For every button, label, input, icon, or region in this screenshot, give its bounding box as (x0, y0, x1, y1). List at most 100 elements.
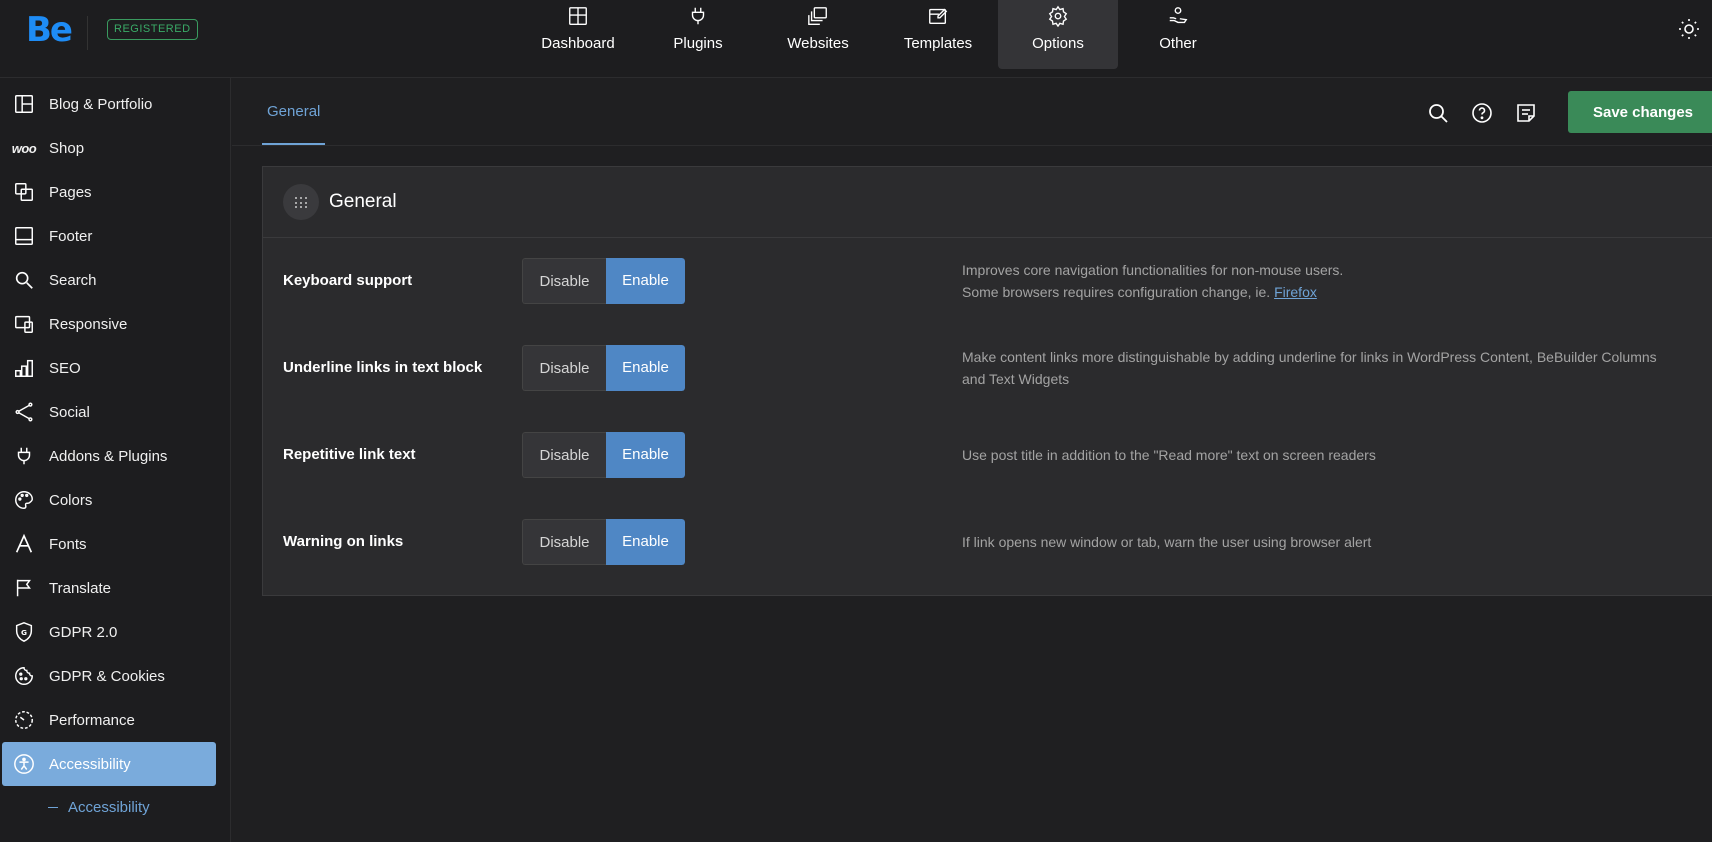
woo-icon: woo (11, 140, 37, 156)
shield-g-icon: G (15, 622, 33, 642)
enable-button[interactable]: Enable (606, 519, 685, 565)
bars-icon (15, 359, 33, 377)
sidebar-item-label: Colors (49, 491, 93, 509)
sidebar-item-colors[interactable]: Colors (2, 478, 216, 522)
sun-icon[interactable] (1677, 17, 1701, 41)
help-icon[interactable] (1470, 101, 1494, 125)
topnav-options-label: Options (1032, 35, 1084, 52)
topnav-templates-label: Templates (903, 35, 973, 52)
option-label: Keyboard support (283, 272, 413, 289)
sidebar-item-performance[interactable]: Performance (2, 698, 216, 742)
enable-button[interactable]: Enable (606, 258, 685, 304)
sidebar-item-label: Blog & Portfolio (49, 95, 153, 113)
sidebar-item-label: Fonts (49, 535, 87, 553)
sidebar-item-responsive[interactable]: Responsive (2, 302, 216, 346)
sidebar-item-pages[interactable]: Pages (2, 170, 216, 214)
option-description: If link opens new window or tab, warn th… (962, 531, 1371, 553)
gear-icon (1048, 5, 1068, 27)
warning-on-links-toggle: Disable Enable (522, 519, 685, 565)
topnav-websites[interactable]: Websites (758, 0, 878, 69)
sidebar-item-shop[interactable]: woo Shop (2, 126, 216, 170)
sidebar-item-accessibility[interactable]: Accessibility (2, 742, 216, 786)
logo-divider (87, 16, 88, 50)
footer-icon (15, 227, 33, 245)
description-text: Some browsers requires configuration cha… (962, 284, 1271, 300)
sidebar-subitem-accessibility[interactable]: Accessibility (48, 799, 150, 816)
sidebar-item-gdpr-cookies[interactable]: GDPR & Cookies (2, 654, 216, 698)
sidebar-item-blog-portfolio[interactable]: Blog & Portfolio (2, 82, 216, 126)
general-panel: General Keyboard support Disable Enable … (262, 166, 1712, 596)
description-line: Use post title in addition to the "Read … (962, 447, 1376, 463)
plug-icon (691, 7, 705, 25)
topnav-other[interactable]: Other (1118, 0, 1238, 69)
top-nav: Dashboard Plugins Websites Templates Opt… (518, 0, 1238, 70)
sidebar: Blog & Portfolio woo Shop Pages Footer S… (0, 78, 231, 842)
topnav-other-label: Other (1159, 35, 1197, 52)
option-label: Underline links in text block (283, 359, 483, 376)
sidebar-item-gdpr-2[interactable]: G GDPR 2.0 (2, 610, 216, 654)
accessibility-icon (14, 754, 34, 774)
flag-icon (16, 579, 31, 597)
description-line: If link opens new window or tab, warn th… (962, 534, 1372, 550)
layout-icon (15, 95, 33, 113)
sidebar-item-seo[interactable]: SEO (2, 346, 216, 390)
devices-icon (15, 315, 33, 333)
sidebar-item-fonts[interactable]: Fonts (2, 522, 216, 566)
grip-icon[interactable] (283, 184, 319, 220)
top-bar: Be REGISTERED Dashboard Plugins Websites… (0, 0, 1712, 78)
sidebar-item-label: Shop (49, 139, 85, 157)
panel-title: General (329, 191, 397, 212)
notes-icon[interactable] (1514, 101, 1538, 125)
sidebar-item-label: Responsive (49, 315, 128, 333)
enable-button[interactable]: Enable (606, 432, 685, 478)
cookie-icon (15, 667, 33, 685)
disable-button[interactable]: Disable (522, 519, 606, 565)
sidebar-item-label: Pages (49, 183, 92, 201)
sidebar-item-label: GDPR 2.0 (49, 623, 118, 641)
disable-button[interactable]: Disable (522, 345, 606, 391)
sidebar-item-label: SEO (49, 359, 81, 377)
sidebar-item-label: Accessibility (49, 755, 131, 773)
description-line: Make content links more distinguishable … (962, 349, 1657, 365)
tab-general[interactable]: General (262, 79, 326, 145)
share-icon (15, 402, 33, 422)
topnav-dashboard[interactable]: Dashboard (518, 0, 638, 69)
hand-user-icon (1169, 7, 1188, 24)
sidebar-item-social[interactable]: Social (2, 390, 216, 434)
topnav-plugins-label: Plugins (673, 35, 723, 52)
disable-button[interactable]: Disable (522, 432, 606, 478)
be-logo[interactable]: Be (26, 10, 73, 50)
sidebar-item-search[interactable]: Search (2, 258, 216, 302)
option-label: Repetitive link text (283, 446, 416, 463)
topnav-plugins[interactable]: Plugins (638, 0, 758, 69)
option-label: Warning on links (283, 533, 404, 550)
sidebar-item-translate[interactable]: Translate (2, 566, 216, 610)
sidebar-item-label: Social (49, 403, 90, 421)
description-line: and Text Widgets (962, 371, 1070, 387)
pages-icon (15, 183, 33, 201)
save-changes-button[interactable]: Save changes (1568, 91, 1712, 133)
topnav-websites-label: Websites (787, 35, 849, 52)
panel-header: General (263, 167, 1712, 238)
topnav-options[interactable]: Options (998, 0, 1118, 69)
subitem-dash (48, 807, 58, 808)
dashboard-icon (569, 7, 587, 25)
sidebar-item-label: Footer (49, 227, 93, 245)
sidebar-item-label: Search (49, 271, 97, 289)
firefox-link[interactable]: Firefox (1274, 284, 1317, 300)
font-icon (15, 533, 33, 553)
sidebar-item-footer[interactable]: Footer (2, 214, 216, 258)
enable-button[interactable]: Enable (606, 345, 685, 391)
sidebar-item-addons-plugins[interactable]: Addons & Plugins (2, 434, 216, 478)
repetitive-link-text-toggle: Disable Enable (522, 432, 685, 478)
sidebar-item-label: Addons & Plugins (49, 447, 168, 465)
disable-button[interactable]: Disable (522, 258, 606, 304)
options-header: General Save changes (232, 79, 1712, 146)
search-icon[interactable] (1426, 101, 1450, 125)
registered-badge: REGISTERED (107, 19, 198, 40)
gauge-icon (15, 711, 33, 729)
option-description: Improves core navigation functionalities… (962, 259, 1343, 303)
underline-links-toggle: Disable Enable (522, 345, 685, 391)
plug-icon (17, 447, 31, 465)
topnav-templates[interactable]: Templates (878, 0, 998, 69)
